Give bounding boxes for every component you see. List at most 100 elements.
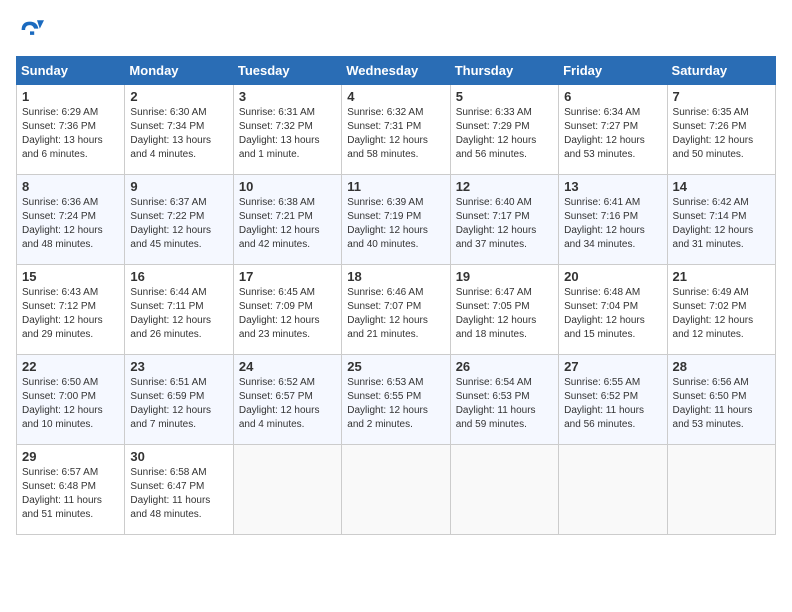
- calendar-week-row: 1Sunrise: 6:29 AM Sunset: 7:36 PM Daylig…: [17, 85, 776, 175]
- calendar-table: SundayMondayTuesdayWednesdayThursdayFrid…: [16, 56, 776, 535]
- day-info: Sunrise: 6:38 AM Sunset: 7:21 PM Dayligh…: [239, 196, 336, 252]
- weekday-header-friday: Friday: [559, 57, 667, 85]
- calendar-cell: 2 Sunrise: 6:30 AM Sunset: 7:34 PM Daylig…: [125, 85, 233, 175]
- day-number: 3: [239, 89, 336, 104]
- day-info: Sunrise: 6:46 AM Sunset: 7:07 PM Dayligh…: [347, 286, 444, 342]
- day-info: Sunrise: 6:40 AM Sunset: 7:17 PM Dayligh…: [456, 196, 553, 252]
- calendar-week-row: 15Sunrise: 6:43 AM Sunset: 7:12 PM Dayli…: [17, 265, 776, 355]
- day-info: Sunrise: 6:57 AM Sunset: 6:48 PM Dayligh…: [22, 466, 119, 522]
- calendar-cell: 26 Sunrise: 6:54 AM Sunset: 6:53 PM Dayli…: [450, 355, 558, 445]
- calendar-cell: 13 Sunrise: 6:41 AM Sunset: 7:16 PM Dayli…: [559, 175, 667, 265]
- calendar-cell: 30 Sunrise: 6:58 AM Sunset: 6:47 PM Dayli…: [125, 445, 233, 535]
- day-number: 7: [673, 89, 770, 104]
- weekday-header-monday: Monday: [125, 57, 233, 85]
- day-info: Sunrise: 6:43 AM Sunset: 7:12 PM Dayligh…: [22, 286, 119, 342]
- weekday-row: SundayMondayTuesdayWednesdayThursdayFrid…: [17, 57, 776, 85]
- day-number: 19: [456, 269, 553, 284]
- day-number: 5: [456, 89, 553, 104]
- calendar-week-row: 29 Sunrise: 6:57 AM Sunset: 6:48 PM Dayli…: [17, 445, 776, 535]
- calendar-cell: 3 Sunrise: 6:31 AM Sunset: 7:32 PM Daylig…: [233, 85, 341, 175]
- day-info: Sunrise: 6:47 AM Sunset: 7:05 PM Dayligh…: [456, 286, 553, 342]
- calendar-week-row: 22Sunrise: 6:50 AM Sunset: 7:00 PM Dayli…: [17, 355, 776, 445]
- calendar-cell: 14 Sunrise: 6:42 AM Sunset: 7:14 PM Dayli…: [667, 175, 775, 265]
- calendar-cell: 15Sunrise: 6:43 AM Sunset: 7:12 PM Dayli…: [17, 265, 125, 355]
- calendar-cell: 20Sunrise: 6:48 AM Sunset: 7:04 PM Dayli…: [559, 265, 667, 355]
- day-info: Sunrise: 6:51 AM Sunset: 6:59 PM Dayligh…: [130, 376, 227, 432]
- calendar-cell: 29 Sunrise: 6:57 AM Sunset: 6:48 PM Dayli…: [17, 445, 125, 535]
- calendar-cell: 27 Sunrise: 6:55 AM Sunset: 6:52 PM Dayli…: [559, 355, 667, 445]
- logo-icon: [16, 16, 44, 44]
- day-info: Sunrise: 6:32 AM Sunset: 7:31 PM Dayligh…: [347, 106, 444, 162]
- calendar-cell: [667, 445, 775, 535]
- calendar-header: SundayMondayTuesdayWednesdayThursdayFrid…: [17, 57, 776, 85]
- calendar-cell: 17Sunrise: 6:45 AM Sunset: 7:09 PM Dayli…: [233, 265, 341, 355]
- day-number: 24: [239, 359, 336, 374]
- logo: [16, 16, 48, 44]
- calendar-cell: 22Sunrise: 6:50 AM Sunset: 7:00 PM Dayli…: [17, 355, 125, 445]
- weekday-header-sunday: Sunday: [17, 57, 125, 85]
- day-number: 22: [22, 359, 119, 374]
- day-number: 27: [564, 359, 661, 374]
- day-number: 1: [22, 89, 119, 104]
- day-number: 13: [564, 179, 661, 194]
- day-info: Sunrise: 6:41 AM Sunset: 7:16 PM Dayligh…: [564, 196, 661, 252]
- day-info: Sunrise: 6:36 AM Sunset: 7:24 PM Dayligh…: [22, 196, 119, 252]
- day-info: Sunrise: 6:54 AM Sunset: 6:53 PM Dayligh…: [456, 376, 553, 432]
- weekday-header-saturday: Saturday: [667, 57, 775, 85]
- day-info: Sunrise: 6:39 AM Sunset: 7:19 PM Dayligh…: [347, 196, 444, 252]
- calendar-cell: 25 Sunrise: 6:53 AM Sunset: 6:55 PM Dayli…: [342, 355, 450, 445]
- day-number: 6: [564, 89, 661, 104]
- day-info: Sunrise: 6:52 AM Sunset: 6:57 PM Dayligh…: [239, 376, 336, 432]
- calendar-cell: 11 Sunrise: 6:39 AM Sunset: 7:19 PM Dayli…: [342, 175, 450, 265]
- day-info: Sunrise: 6:58 AM Sunset: 6:47 PM Dayligh…: [130, 466, 227, 522]
- day-number: 9: [130, 179, 227, 194]
- day-number: 14: [673, 179, 770, 194]
- calendar-cell: 10 Sunrise: 6:38 AM Sunset: 7:21 PM Dayli…: [233, 175, 341, 265]
- calendar-week-row: 8 Sunrise: 6:36 AM Sunset: 7:24 PM Daylig…: [17, 175, 776, 265]
- day-info: Sunrise: 6:49 AM Sunset: 7:02 PM Dayligh…: [673, 286, 770, 342]
- day-number: 10: [239, 179, 336, 194]
- day-info: Sunrise: 6:31 AM Sunset: 7:32 PM Dayligh…: [239, 106, 336, 162]
- calendar-cell: 21 Sunrise: 6:49 AM Sunset: 7:02 PM Dayli…: [667, 265, 775, 355]
- day-info: Sunrise: 6:44 AM Sunset: 7:11 PM Dayligh…: [130, 286, 227, 342]
- calendar-body: 1Sunrise: 6:29 AM Sunset: 7:36 PM Daylig…: [17, 85, 776, 535]
- day-info: Sunrise: 6:33 AM Sunset: 7:29 PM Dayligh…: [456, 106, 553, 162]
- day-number: 2: [130, 89, 227, 104]
- calendar-cell: 23 Sunrise: 6:51 AM Sunset: 6:59 PM Dayli…: [125, 355, 233, 445]
- day-number: 12: [456, 179, 553, 194]
- calendar-cell: [450, 445, 558, 535]
- day-info: Sunrise: 6:53 AM Sunset: 6:55 PM Dayligh…: [347, 376, 444, 432]
- day-info: Sunrise: 6:34 AM Sunset: 7:27 PM Dayligh…: [564, 106, 661, 162]
- calendar-cell: [559, 445, 667, 535]
- calendar-cell: 16Sunrise: 6:44 AM Sunset: 7:11 PM Dayli…: [125, 265, 233, 355]
- day-number: 30: [130, 449, 227, 464]
- day-info: Sunrise: 6:55 AM Sunset: 6:52 PM Dayligh…: [564, 376, 661, 432]
- calendar-cell: 8 Sunrise: 6:36 AM Sunset: 7:24 PM Daylig…: [17, 175, 125, 265]
- day-number: 29: [22, 449, 119, 464]
- day-number: 18: [347, 269, 444, 284]
- day-info: Sunrise: 6:42 AM Sunset: 7:14 PM Dayligh…: [673, 196, 770, 252]
- day-number: 11: [347, 179, 444, 194]
- day-info: Sunrise: 6:37 AM Sunset: 7:22 PM Dayligh…: [130, 196, 227, 252]
- day-number: 8: [22, 179, 119, 194]
- day-number: 25: [347, 359, 444, 374]
- weekday-header-wednesday: Wednesday: [342, 57, 450, 85]
- calendar-cell: [233, 445, 341, 535]
- day-number: 23: [130, 359, 227, 374]
- calendar-cell: 12 Sunrise: 6:40 AM Sunset: 7:17 PM Dayli…: [450, 175, 558, 265]
- day-info: Sunrise: 6:48 AM Sunset: 7:04 PM Dayligh…: [564, 286, 661, 342]
- calendar-cell: 7 Sunrise: 6:35 AM Sunset: 7:26 PM Daylig…: [667, 85, 775, 175]
- weekday-header-tuesday: Tuesday: [233, 57, 341, 85]
- calendar-cell: 9 Sunrise: 6:37 AM Sunset: 7:22 PM Daylig…: [125, 175, 233, 265]
- calendar-cell: 6 Sunrise: 6:34 AM Sunset: 7:27 PM Daylig…: [559, 85, 667, 175]
- page-header: [16, 16, 776, 44]
- calendar-cell: 1Sunrise: 6:29 AM Sunset: 7:36 PM Daylig…: [17, 85, 125, 175]
- day-number: 26: [456, 359, 553, 374]
- calendar-cell: 4Sunrise: 6:32 AM Sunset: 7:31 PM Daylig…: [342, 85, 450, 175]
- calendar-cell: [342, 445, 450, 535]
- day-info: Sunrise: 6:35 AM Sunset: 7:26 PM Dayligh…: [673, 106, 770, 162]
- day-info: Sunrise: 6:45 AM Sunset: 7:09 PM Dayligh…: [239, 286, 336, 342]
- day-info: Sunrise: 6:30 AM Sunset: 7:34 PM Dayligh…: [130, 106, 227, 162]
- day-number: 28: [673, 359, 770, 374]
- day-number: 21: [673, 269, 770, 284]
